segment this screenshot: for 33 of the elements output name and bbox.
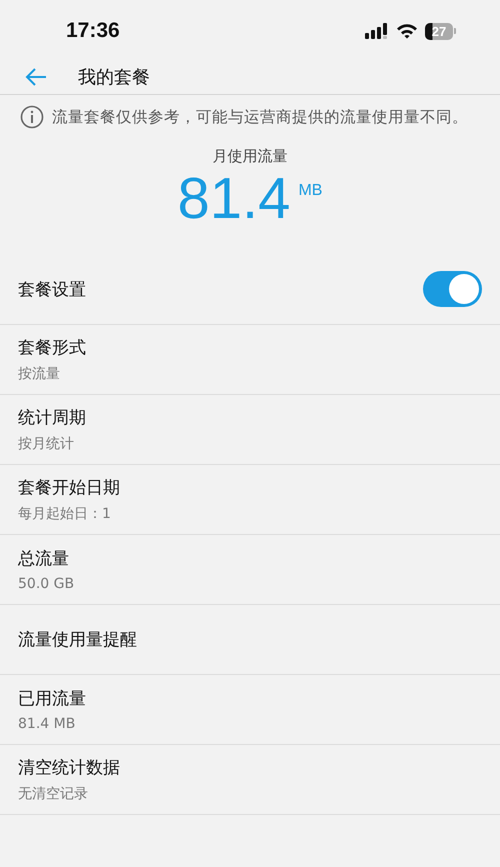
back-icon[interactable] bbox=[24, 67, 48, 87]
settings-row[interactable]: 流量使用量提醒 bbox=[0, 605, 500, 675]
row-title: 套餐开始日期 bbox=[18, 477, 121, 499]
settings-row[interactable]: 套餐设置 bbox=[0, 254, 500, 325]
row-title: 套餐形式 bbox=[18, 337, 87, 359]
row-title: 已用流量 bbox=[18, 688, 87, 710]
settings-row[interactable]: 统计周期 按月统计 bbox=[0, 395, 500, 465]
row-title: 总流量 bbox=[18, 548, 70, 570]
toggle-switch[interactable] bbox=[423, 271, 482, 307]
usage-value: 81.4 bbox=[178, 166, 290, 232]
usage-label: 月使用流量 bbox=[212, 147, 288, 166]
row-title: 清空统计数据 bbox=[18, 757, 121, 779]
page-title: 我的套餐 bbox=[78, 66, 150, 89]
row-subtitle: 50.0 GB bbox=[18, 576, 76, 592]
settings-row[interactable]: 套餐形式 按流量 bbox=[0, 325, 500, 395]
row-subtitle: 按流量 bbox=[18, 365, 61, 383]
settings-row[interactable]: 清空统计数据 无清空记录 bbox=[0, 745, 500, 815]
row-subtitle: 81.4 MB bbox=[18, 716, 76, 732]
wifi-icon bbox=[396, 23, 418, 39]
row-title: 统计周期 bbox=[18, 407, 87, 429]
row-title: 套餐设置 bbox=[18, 278, 86, 300]
settings-row[interactable]: 套餐开始日期 每月起始日：1 bbox=[0, 465, 500, 535]
settings-row[interactable]: 总流量 50.0 GB bbox=[0, 535, 500, 605]
row-subtitle: 按月统计 bbox=[18, 435, 75, 453]
usage-unit: MB bbox=[298, 182, 322, 200]
row-subtitle: 无清空记录 bbox=[18, 785, 89, 803]
row-title: 流量使用量提醒 bbox=[18, 629, 138, 651]
settings-row[interactable]: 已用流量 81.4 MB bbox=[0, 675, 500, 745]
info-icon bbox=[20, 105, 44, 129]
notice-text: 流量套餐仅供参考，可能与运营商提供的流量使用量不同。 bbox=[52, 106, 468, 128]
row-subtitle: 每月起始日：1 bbox=[18, 505, 112, 523]
signal-icon bbox=[365, 22, 389, 40]
status-time: 17:36 bbox=[66, 19, 120, 43]
